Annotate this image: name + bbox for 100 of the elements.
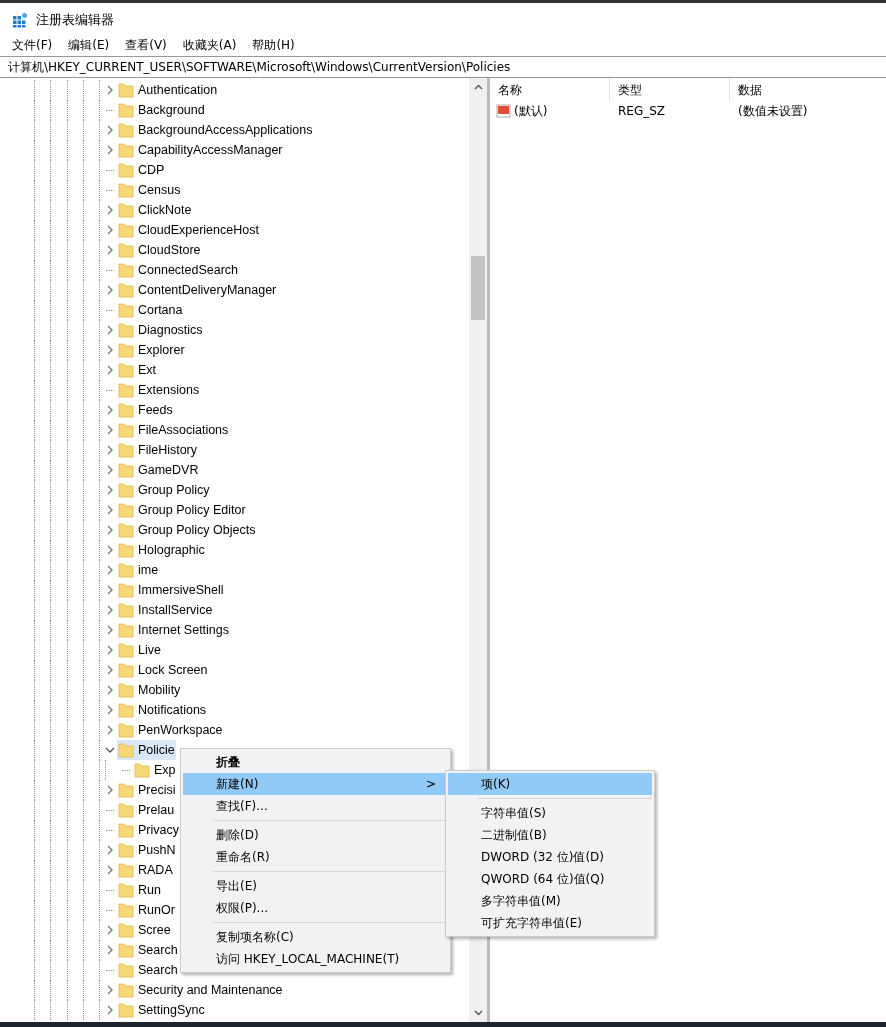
tree-item[interactable]: CloudExperienceHost [117,220,260,240]
menu-item[interactable]: 多字符串值(M) [448,890,652,912]
tree-item[interactable]: Feeds [117,400,174,420]
tree-item[interactable]: ImmersiveShell [117,580,225,600]
column-header[interactable]: 名称 [490,78,610,102]
tree-item[interactable]: Cortana [117,300,184,320]
menu-item[interactable]: 查看(V) [117,36,175,54]
folder-icon [118,882,134,898]
menu-item[interactable]: 编辑(E) [60,36,118,54]
folder-icon [118,362,134,378]
menu-item[interactable]: 权限(P)... [183,897,448,919]
folder-icon [134,762,150,778]
menu-item[interactable]: 二进制值(B) [448,824,652,846]
tree-item[interactable]: Live [117,640,162,660]
tree-item[interactable]: Mobility [117,680,182,700]
address-bar[interactable]: 计算机\HKEY_CURRENT_USER\SOFTWARE\Microsoft\Windows\CurrentVersion\Policies [0,56,886,78]
tree-item[interactable]: FileHistory [117,440,199,460]
tree-item[interactable]: BackgroundAccessApplications [117,120,314,140]
folder-icon [118,342,134,358]
folder-icon [118,962,134,978]
tree-item[interactable]: Authentication [117,80,219,100]
tree-item[interactable]: FileAssociations [117,420,230,440]
column-header[interactable]: 数据 [730,78,886,102]
folder-icon [118,202,134,218]
folder-icon [118,122,134,138]
menu-item[interactable]: 新建(N) > [183,773,448,795]
tree-item[interactable]: Internet Settings [117,620,231,640]
menu-item[interactable]: 访问 HKEY_LOCAL_MACHINE(T) [183,948,448,970]
tree-item[interactable]: Census [117,180,182,200]
menu-item[interactable]: 帮助(H) [244,36,303,54]
tree-item[interactable]: Holographic [117,540,206,560]
tree-item[interactable]: Ext [117,360,158,380]
folder-icon [118,102,134,118]
registry-icon [12,11,28,28]
folder-icon [118,262,134,278]
tree-item[interactable]: Group Policy Editor [117,500,247,520]
tree-item[interactable]: ContentDeliveryManager [117,280,278,300]
menu-item[interactable]: 复制项名称(C) [183,926,448,948]
tree-item[interactable]: Scree [117,920,172,940]
folder-icon [118,922,134,938]
tree-item[interactable]: InstallService [117,600,214,620]
folder-icon [118,222,134,238]
tree-item[interactable]: Explorer [117,340,186,360]
tree-item[interactable]: Notifications [117,700,208,720]
folder-icon [118,942,134,958]
folder-icon [118,142,134,158]
menu-item[interactable]: 导出(E) [183,875,448,897]
tree-item[interactable]: Diagnostics [117,320,204,340]
tree-item[interactable]: RADA [117,860,174,880]
folder-icon [118,602,134,618]
tree-item[interactable]: Search [117,940,179,960]
tree-item[interactable]: Precisi [117,780,177,800]
tree-item[interactable]: Search [117,960,179,980]
tree-item[interactable]: Group Policy Objects [117,520,257,540]
tree-item[interactable]: Run [117,880,162,900]
tree-item[interactable]: PenWorkspace [117,720,224,740]
menu-item[interactable]: 折叠 [183,751,448,773]
folder-icon [118,842,134,858]
folder-icon [118,862,134,878]
folder-icon [118,182,134,198]
tree-item[interactable]: Prelau [117,800,176,820]
tree-item[interactable]: ime [117,560,160,580]
folder-icon [118,742,134,758]
tree-item[interactable]: ConnectedSearch [117,260,240,280]
folder-icon [118,982,134,998]
menu-item[interactable]: 文件(F) [4,36,61,54]
tree-item[interactable]: RunOr [117,900,176,920]
tree-item[interactable]: Security and Maintenance [117,980,284,1000]
tree-item[interactable]: CDP [117,160,166,180]
tree-item[interactable]: Background [117,100,206,120]
tree-item[interactable]: Group Policy [117,480,211,500]
tree-item[interactable]: Lock Screen [117,660,209,680]
menu-item[interactable]: QWORD (64 位)值(Q) [448,868,652,890]
folder-icon [118,582,134,598]
menu-item[interactable]: 可扩充字符串值(E) [448,912,652,934]
menu-item[interactable]: 重命名(R) [183,846,448,868]
tree-item[interactable]: CapabilityAccessManager [117,140,284,160]
scroll-down-icon[interactable] [473,1010,483,1016]
scroll-thumb[interactable] [471,256,485,320]
menu-item[interactable]: 字符串值(S) [448,802,652,824]
folder-icon [118,522,134,538]
tree-item[interactable]: SettingSync [117,1000,206,1020]
tree-item[interactable]: Policie [117,740,176,760]
tree-item[interactable]: GameDVR [117,460,200,480]
tree-item[interactable]: PushN [117,840,177,860]
column-header[interactable]: 类型 [610,78,730,102]
tree-item[interactable]: Exp [133,760,177,780]
menu-item[interactable]: 收藏夹(A) [174,36,245,54]
tree-item[interactable]: CloudStore [117,240,202,260]
menu-item[interactable]: 查找(F)... [183,795,448,817]
tree-item[interactable]: ClickNote [117,200,193,220]
scroll-up-icon[interactable] [473,84,483,90]
tree-item[interactable]: Privacy [117,820,180,840]
folder-icon [118,822,134,838]
folder-icon [118,242,134,258]
tree-item[interactable]: Extensions [117,380,201,400]
menu-item[interactable]: 项(K) [448,773,652,795]
menu-item[interactable]: DWORD (32 位)值(D) [448,846,652,868]
folder-icon [118,322,134,338]
menu-item[interactable]: 删除(D) [183,824,448,846]
